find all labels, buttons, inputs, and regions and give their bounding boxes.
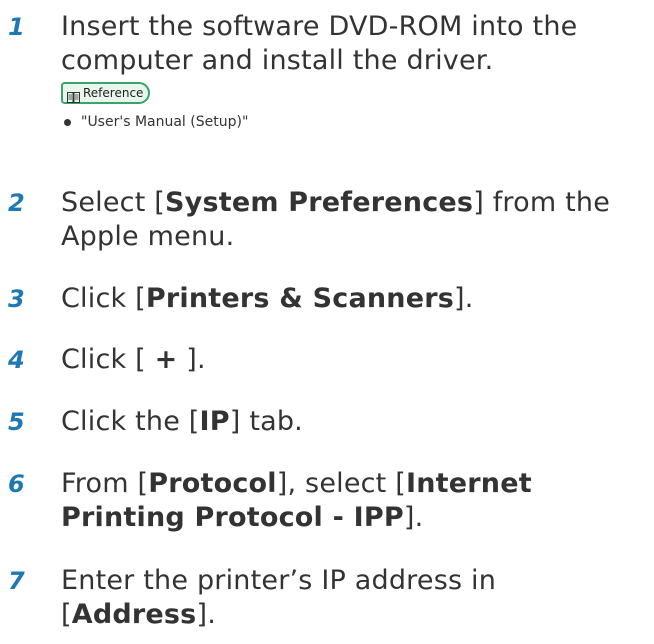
step-number: 1 (8, 13, 25, 41)
reference-label: Reference (83, 86, 144, 100)
step-text-bold: IP (199, 406, 230, 437)
step-number: 5 (8, 408, 25, 436)
step-number: 3 (8, 285, 25, 313)
step-text-bold: System Preferences (165, 187, 474, 218)
step-text-bold: + (154, 344, 178, 375)
step-text-bold: Protocol (148, 468, 277, 499)
step-text-part: Click the [ (61, 406, 200, 437)
step-text: Select [System Preferences] from the App… (61, 186, 651, 254)
step-text-bold: Address (71, 599, 197, 630)
step-text-part: ]. (177, 344, 206, 375)
reference-badge: Reference (61, 82, 151, 104)
step-number: 2 (8, 189, 25, 217)
step-text-part: ] tab. (229, 406, 303, 437)
reference-item: "User's Manual (Setup)" (64, 112, 248, 132)
step-text-part: Select [ (61, 187, 166, 218)
step-text-part: Click [ (61, 344, 155, 375)
step-text: Insert the software DVD-ROM into the com… (61, 10, 651, 78)
step-text-part: ]. (196, 599, 216, 630)
bullet-icon (64, 118, 71, 126)
step-text-part: Click [ (61, 283, 146, 314)
book-icon (67, 88, 80, 103)
step-text: From [Protocol], select [Internet Printi… (61, 467, 651, 535)
step-text-part: ], select [ (276, 468, 406, 499)
step-text-part: ]. (454, 283, 474, 314)
step-text: Click the [IP] tab. (61, 405, 651, 439)
step-number: 6 (8, 470, 25, 498)
step-number: 7 (8, 567, 25, 595)
step-text-part: From [ (61, 468, 149, 499)
step-text: Click [Printers & Scanners]. (61, 282, 651, 316)
reference-item-text: "User's Manual (Setup)" (81, 114, 249, 130)
step-text-bold: Printers & Scanners (145, 283, 455, 314)
step-number: 4 (8, 346, 25, 374)
step-text: Enter the printer’s IP address in [Addre… (61, 564, 651, 632)
step-text: Click [ + ]. (61, 343, 651, 377)
step-text-part: Insert the software DVD-ROM into the com… (61, 11, 578, 76)
step-text-part: ]. (403, 502, 424, 533)
